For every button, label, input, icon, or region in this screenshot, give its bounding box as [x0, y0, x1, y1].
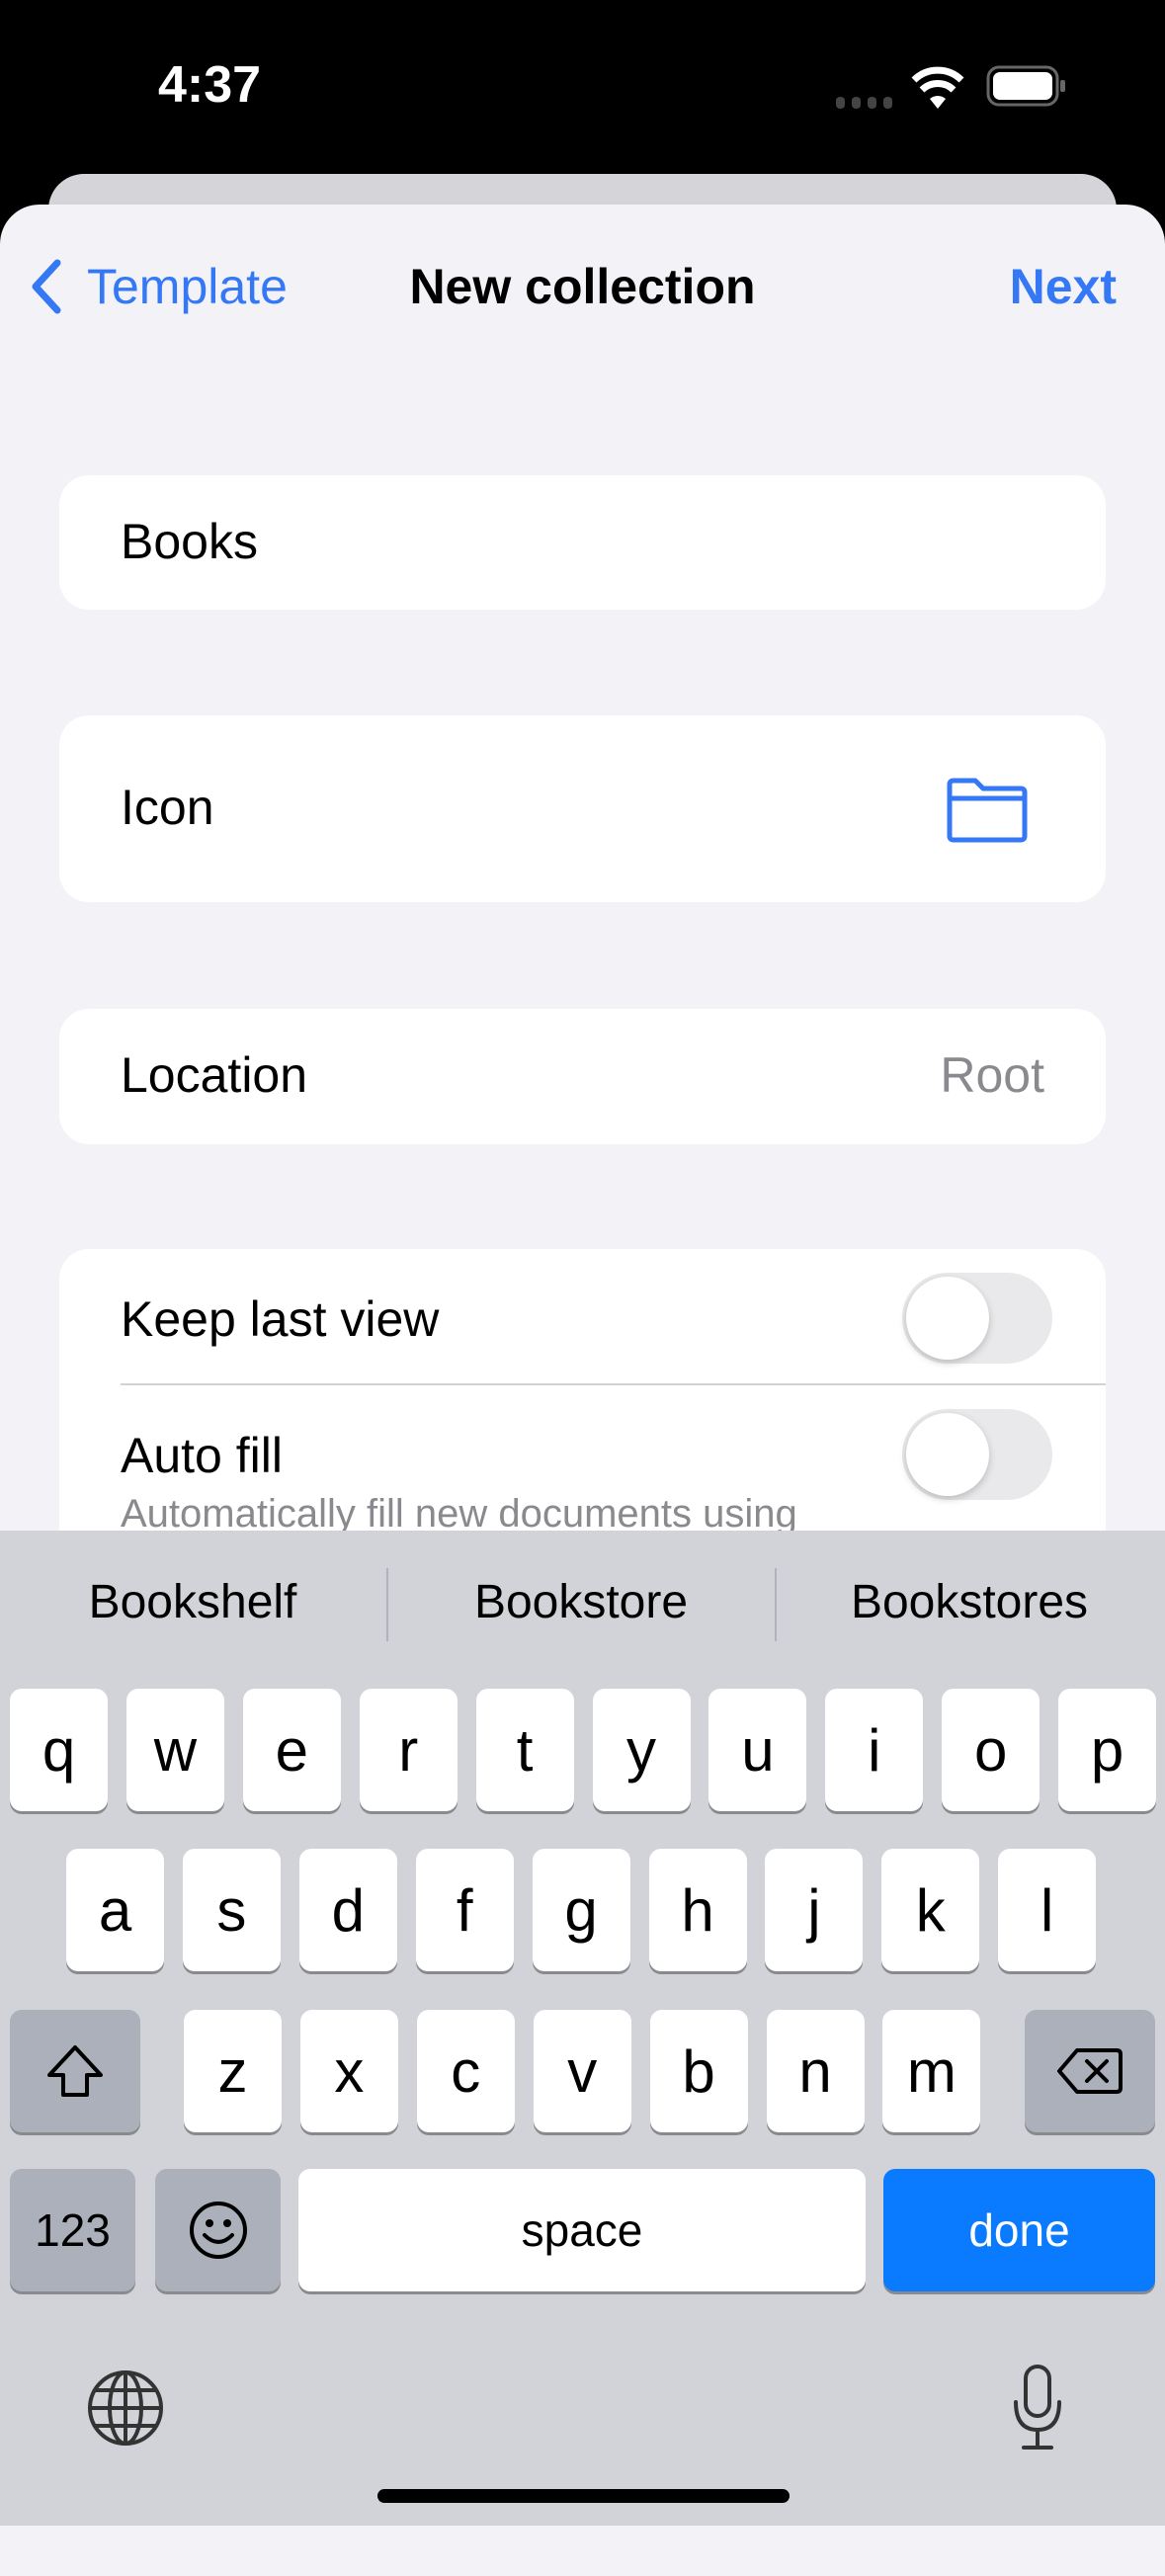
shift-key[interactable] [10, 2010, 140, 2132]
signal-icon [836, 95, 893, 109]
shift-icon [47, 2045, 103, 2097]
suggestion-2[interactable]: Bookstore [388, 1575, 774, 1629]
key-x[interactable]: x [299, 2010, 398, 2132]
key-r[interactable]: r [359, 1689, 458, 1811]
location-value: Root [940, 1047, 1044, 1103]
key-f[interactable]: f [415, 1849, 514, 1971]
numbers-key[interactable]: 123 [10, 2169, 135, 2291]
keyboard: Bookshelf Bookstore Bookstores qwertyuio… [0, 1531, 1165, 2526]
key-o[interactable]: o [942, 1689, 1040, 1811]
key-q[interactable]: q [10, 1689, 108, 1811]
suggestion-3[interactable]: Bookstores [777, 1575, 1162, 1629]
backspace-key[interactable] [1025, 2010, 1155, 2132]
microphone-icon[interactable] [1010, 2363, 1065, 2453]
location-row[interactable]: Location Root [59, 1009, 1106, 1144]
key-k[interactable]: k [881, 1849, 980, 1971]
divider [121, 1383, 1106, 1385]
auto-fill-toggle[interactable] [902, 1409, 1052, 1500]
key-c[interactable]: c [416, 2010, 515, 2132]
keep-last-view-label: Keep last view [121, 1291, 440, 1347]
home-indicator [377, 2489, 790, 2503]
key-d[interactable]: d [298, 1849, 397, 1971]
page-title: New collection [409, 259, 756, 314]
space-key[interactable]: space [298, 2169, 866, 2291]
key-a[interactable]: a [66, 1849, 164, 1971]
key-p[interactable]: p [1058, 1689, 1157, 1811]
key-s[interactable]: s [182, 1849, 281, 1971]
icon-row[interactable]: Icon [59, 715, 1106, 902]
key-z[interactable]: z [184, 2010, 282, 2132]
name-input-value[interactable]: Books [121, 513, 258, 570]
wifi-icon [911, 65, 964, 114]
key-n[interactable]: n [766, 2010, 865, 2132]
key-u[interactable]: u [708, 1689, 807, 1811]
emoji-icon [189, 2202, 247, 2259]
key-l[interactable]: l [998, 1849, 1097, 1971]
auto-fill-label: Auto fill [121, 1428, 283, 1483]
key-y[interactable]: y [592, 1689, 691, 1811]
key-w[interactable]: w [125, 1689, 224, 1811]
folder-icon[interactable] [946, 777, 1029, 844]
key-i[interactable]: i [825, 1689, 924, 1811]
icon-label: Icon [121, 780, 214, 835]
key-g[interactable]: g [532, 1849, 630, 1971]
done-key[interactable]: done [883, 2169, 1155, 2291]
suggestion-1[interactable]: Bookshelf [0, 1575, 385, 1629]
next-button[interactable]: Next [1010, 255, 1117, 318]
keep-last-view-toggle[interactable] [902, 1273, 1052, 1364]
battery-icon [986, 65, 1069, 114]
key-j[interactable]: j [765, 1849, 864, 1971]
key-t[interactable]: t [475, 1689, 574, 1811]
name-field[interactable]: Books [59, 475, 1106, 610]
emoji-key[interactable] [155, 2169, 281, 2291]
globe-icon[interactable] [86, 2368, 165, 2448]
key-m[interactable]: m [882, 2010, 981, 2132]
key-v[interactable]: v [533, 2010, 631, 2132]
key-b[interactable]: b [649, 2010, 748, 2132]
key-h[interactable]: h [648, 1849, 747, 1971]
location-label: Location [121, 1047, 308, 1103]
status-time: 4:37 [158, 56, 262, 114]
key-e[interactable]: e [242, 1689, 341, 1811]
backspace-icon [1057, 2048, 1123, 2094]
